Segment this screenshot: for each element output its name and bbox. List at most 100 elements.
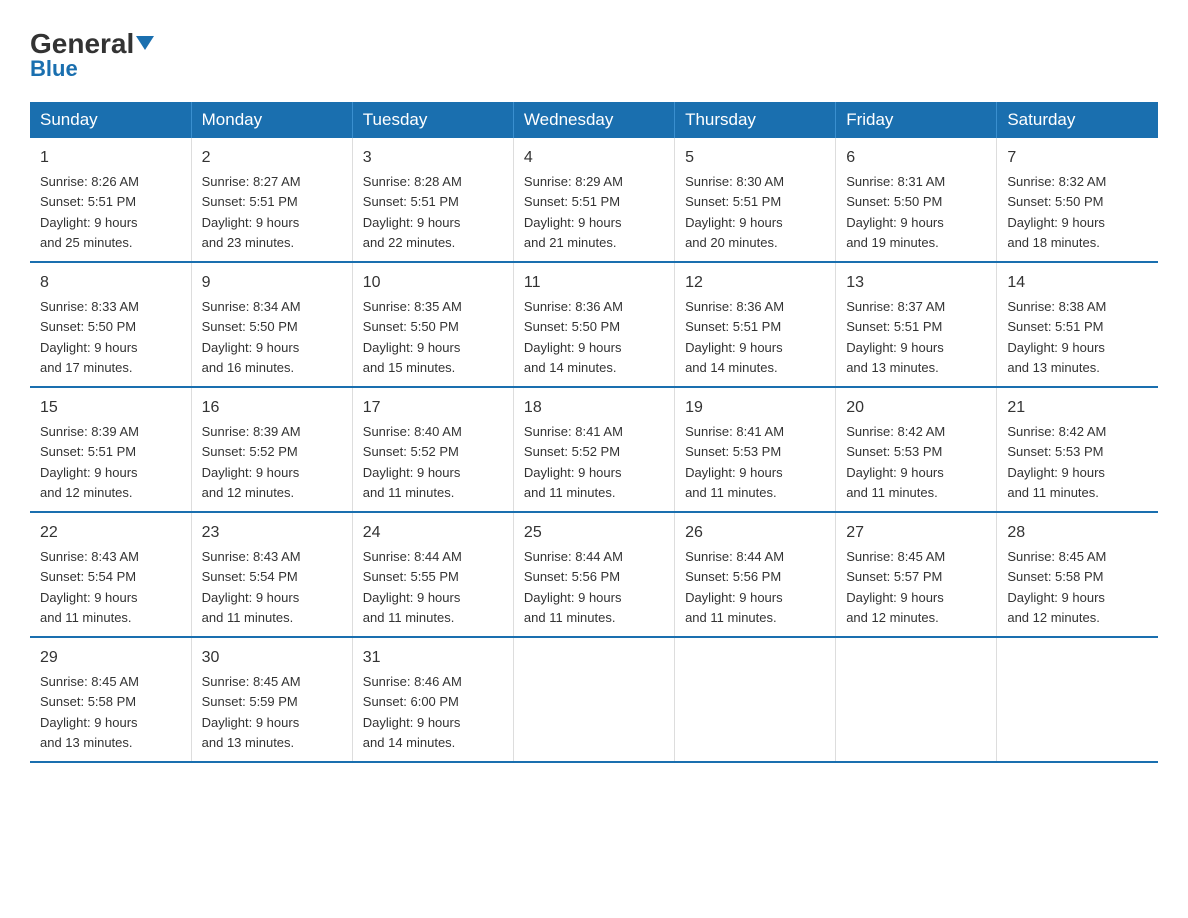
day-number: 18 xyxy=(524,396,664,420)
header-saturday: Saturday xyxy=(997,102,1158,138)
calendar-cell: 6 Sunrise: 8:31 AMSunset: 5:50 PMDaylight… xyxy=(836,138,997,262)
day-info: Sunrise: 8:34 AMSunset: 5:50 PMDaylight:… xyxy=(202,299,301,375)
week-row-1: 1 Sunrise: 8:26 AMSunset: 5:51 PMDaylight… xyxy=(30,138,1158,262)
day-info: Sunrise: 8:33 AMSunset: 5:50 PMDaylight:… xyxy=(40,299,139,375)
calendar-header-row: SundayMondayTuesdayWednesdayThursdayFrid… xyxy=(30,102,1158,138)
day-number: 30 xyxy=(202,646,342,670)
calendar-cell xyxy=(675,637,836,762)
day-info: Sunrise: 8:42 AMSunset: 5:53 PMDaylight:… xyxy=(846,424,945,500)
calendar-cell xyxy=(513,637,674,762)
calendar-cell: 10 Sunrise: 8:35 AMSunset: 5:50 PMDayligh… xyxy=(352,262,513,387)
day-number: 20 xyxy=(846,396,986,420)
day-info: Sunrise: 8:40 AMSunset: 5:52 PMDaylight:… xyxy=(363,424,462,500)
calendar-cell: 4 Sunrise: 8:29 AMSunset: 5:51 PMDaylight… xyxy=(513,138,674,262)
day-info: Sunrise: 8:37 AMSunset: 5:51 PMDaylight:… xyxy=(846,299,945,375)
calendar-cell xyxy=(997,637,1158,762)
calendar-cell: 31Sunrise: 8:46 AMSunset: 6:00 PMDayligh… xyxy=(352,637,513,762)
calendar-cell: 21Sunrise: 8:42 AMSunset: 5:53 PMDayligh… xyxy=(997,387,1158,512)
calendar-cell xyxy=(836,637,997,762)
day-info: Sunrise: 8:45 AMSunset: 5:59 PMDaylight:… xyxy=(202,674,301,750)
calendar-cell: 28 Sunrise: 8:45 AMSunset: 5:58 PMDayligh… xyxy=(997,512,1158,637)
day-number: 29 xyxy=(40,646,181,670)
calendar-cell: 25Sunrise: 8:44 AMSunset: 5:56 PMDayligh… xyxy=(513,512,674,637)
day-info: Sunrise: 8:29 AMSunset: 5:51 PMDaylight:… xyxy=(524,174,623,250)
day-number: 10 xyxy=(363,271,503,295)
day-info: Sunrise: 8:44 AMSunset: 5:55 PMDaylight:… xyxy=(363,549,462,625)
day-info: Sunrise: 8:44 AMSunset: 5:56 PMDaylight:… xyxy=(685,549,784,625)
header-friday: Friday xyxy=(836,102,997,138)
day-number: 8 xyxy=(40,271,181,295)
day-number: 19 xyxy=(685,396,825,420)
day-number: 9 xyxy=(202,271,342,295)
day-number: 24 xyxy=(363,521,503,545)
calendar-cell: 24 Sunrise: 8:44 AMSunset: 5:55 PMDayligh… xyxy=(352,512,513,637)
day-info: Sunrise: 8:45 AMSunset: 5:57 PMDaylight:… xyxy=(846,549,945,625)
day-number: 4 xyxy=(524,146,664,170)
day-number: 21 xyxy=(1007,396,1148,420)
calendar-cell: 12 Sunrise: 8:36 AMSunset: 5:51 PMDayligh… xyxy=(675,262,836,387)
day-number: 13 xyxy=(846,271,986,295)
day-info: Sunrise: 8:32 AMSunset: 5:50 PMDaylight:… xyxy=(1007,174,1106,250)
day-info: Sunrise: 8:35 AMSunset: 5:50 PMDaylight:… xyxy=(363,299,462,375)
day-number: 28 xyxy=(1007,521,1148,545)
calendar-cell: 11 Sunrise: 8:36 AMSunset: 5:50 PMDayligh… xyxy=(513,262,674,387)
day-number: 26 xyxy=(685,521,825,545)
day-info: Sunrise: 8:36 AMSunset: 5:50 PMDaylight:… xyxy=(524,299,623,375)
calendar-cell: 16 Sunrise: 8:39 AMSunset: 5:52 PMDayligh… xyxy=(191,387,352,512)
calendar-cell: 17Sunrise: 8:40 AMSunset: 5:52 PMDayligh… xyxy=(352,387,513,512)
day-info: Sunrise: 8:45 AMSunset: 5:58 PMDaylight:… xyxy=(40,674,139,750)
day-number: 11 xyxy=(524,271,664,295)
day-info: Sunrise: 8:28 AMSunset: 5:51 PMDaylight:… xyxy=(363,174,462,250)
logo-triangle-icon xyxy=(136,36,154,50)
calendar-cell: 1 Sunrise: 8:26 AMSunset: 5:51 PMDaylight… xyxy=(30,138,191,262)
header-wednesday: Wednesday xyxy=(513,102,674,138)
day-number: 27 xyxy=(846,521,986,545)
day-number: 14 xyxy=(1007,271,1148,295)
day-number: 22 xyxy=(40,521,181,545)
day-info: Sunrise: 8:41 AMSunset: 5:53 PMDaylight:… xyxy=(685,424,784,500)
day-number: 1 xyxy=(40,146,181,170)
calendar-cell: 30 Sunrise: 8:45 AMSunset: 5:59 PMDayligh… xyxy=(191,637,352,762)
page-header: General Blue xyxy=(30,30,1158,82)
calendar-cell: 8 Sunrise: 8:33 AMSunset: 5:50 PMDaylight… xyxy=(30,262,191,387)
logo: General Blue xyxy=(30,30,154,82)
day-info: Sunrise: 8:39 AMSunset: 5:51 PMDaylight:… xyxy=(40,424,139,500)
calendar-cell: 5 Sunrise: 8:30 AMSunset: 5:51 PMDaylight… xyxy=(675,138,836,262)
calendar-cell: 26 Sunrise: 8:44 AMSunset: 5:56 PMDayligh… xyxy=(675,512,836,637)
week-row-5: 29 Sunrise: 8:45 AMSunset: 5:58 PMDayligh… xyxy=(30,637,1158,762)
day-info: Sunrise: 8:31 AMSunset: 5:50 PMDaylight:… xyxy=(846,174,945,250)
day-info: Sunrise: 8:43 AMSunset: 5:54 PMDaylight:… xyxy=(40,549,139,625)
day-info: Sunrise: 8:30 AMSunset: 5:51 PMDaylight:… xyxy=(685,174,784,250)
calendar-cell: 19 Sunrise: 8:41 AMSunset: 5:53 PMDayligh… xyxy=(675,387,836,512)
calendar-cell: 13 Sunrise: 8:37 AMSunset: 5:51 PMDayligh… xyxy=(836,262,997,387)
day-info: Sunrise: 8:36 AMSunset: 5:51 PMDaylight:… xyxy=(685,299,784,375)
day-number: 31 xyxy=(363,646,503,670)
day-number: 16 xyxy=(202,396,342,420)
calendar-cell: 9 Sunrise: 8:34 AMSunset: 5:50 PMDaylight… xyxy=(191,262,352,387)
day-number: 6 xyxy=(846,146,986,170)
day-info: Sunrise: 8:39 AMSunset: 5:52 PMDaylight:… xyxy=(202,424,301,500)
day-number: 25 xyxy=(524,521,664,545)
header-monday: Monday xyxy=(191,102,352,138)
day-number: 2 xyxy=(202,146,342,170)
calendar-cell: 7Sunrise: 8:32 AMSunset: 5:50 PMDaylight… xyxy=(997,138,1158,262)
day-info: Sunrise: 8:26 AMSunset: 5:51 PMDaylight:… xyxy=(40,174,139,250)
header-sunday: Sunday xyxy=(30,102,191,138)
day-number: 23 xyxy=(202,521,342,545)
day-number: 3 xyxy=(363,146,503,170)
day-info: Sunrise: 8:27 AMSunset: 5:51 PMDaylight:… xyxy=(202,174,301,250)
calendar-cell: 18Sunrise: 8:41 AMSunset: 5:52 PMDayligh… xyxy=(513,387,674,512)
week-row-4: 22 Sunrise: 8:43 AMSunset: 5:54 PMDayligh… xyxy=(30,512,1158,637)
day-number: 12 xyxy=(685,271,825,295)
week-row-3: 15Sunrise: 8:39 AMSunset: 5:51 PMDayligh… xyxy=(30,387,1158,512)
day-number: 5 xyxy=(685,146,825,170)
calendar-cell: 3 Sunrise: 8:28 AMSunset: 5:51 PMDaylight… xyxy=(352,138,513,262)
logo-blue: Blue xyxy=(30,56,78,82)
day-info: Sunrise: 8:38 AMSunset: 5:51 PMDaylight:… xyxy=(1007,299,1106,375)
calendar-cell: 14 Sunrise: 8:38 AMSunset: 5:51 PMDayligh… xyxy=(997,262,1158,387)
day-info: Sunrise: 8:45 AMSunset: 5:58 PMDaylight:… xyxy=(1007,549,1106,625)
calendar-cell: 2 Sunrise: 8:27 AMSunset: 5:51 PMDaylight… xyxy=(191,138,352,262)
calendar-table: SundayMondayTuesdayWednesdayThursdayFrid… xyxy=(30,102,1158,763)
calendar-cell: 27 Sunrise: 8:45 AMSunset: 5:57 PMDayligh… xyxy=(836,512,997,637)
week-row-2: 8 Sunrise: 8:33 AMSunset: 5:50 PMDaylight… xyxy=(30,262,1158,387)
